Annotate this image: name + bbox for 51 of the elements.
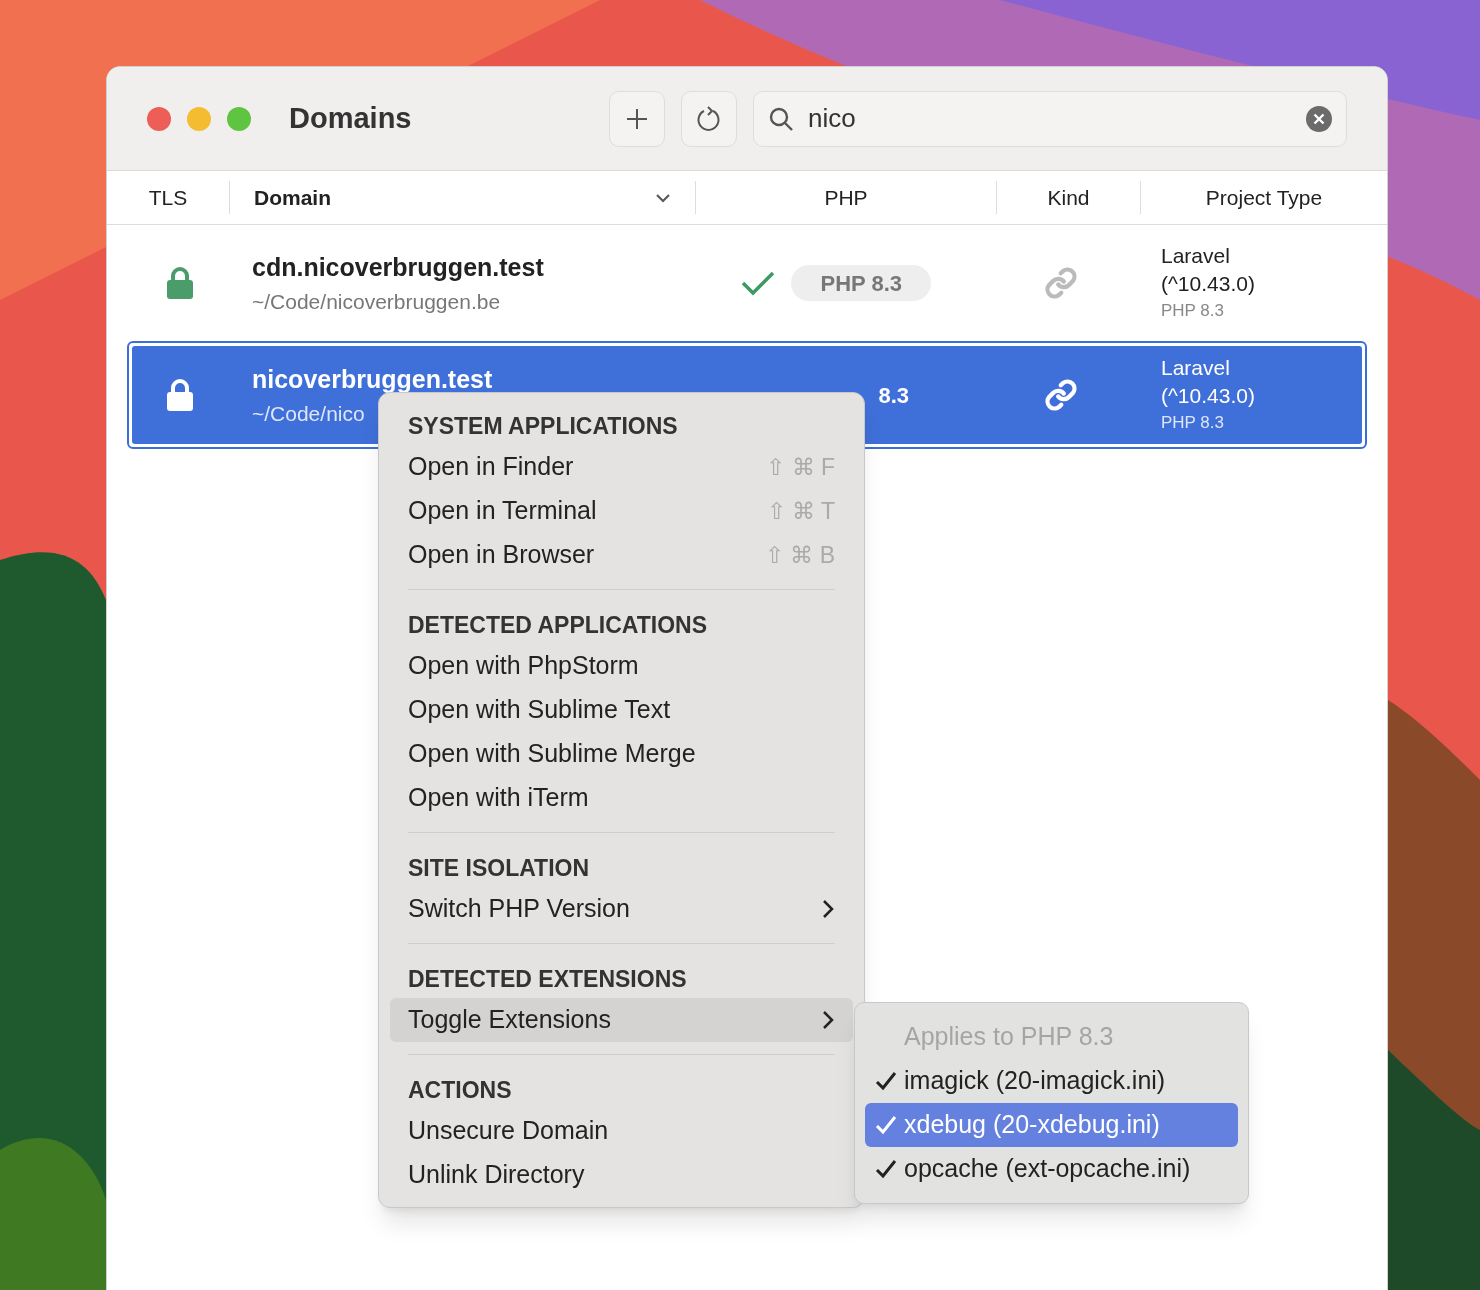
project-type: Laravel (^10.43.0) [1161, 243, 1256, 298]
window-title: Domains [289, 100, 413, 136]
domain-name: nicoverbruggen.test [252, 363, 493, 395]
sort-chevron-icon[interactable] [655, 192, 671, 203]
search-field[interactable]: nico [753, 90, 1347, 147]
project-php-version: PHP 8.3 [1161, 300, 1225, 323]
menu-item[interactable]: Unsecure Domain [390, 1109, 853, 1153]
domain-name: cdn.nicoverbruggen.test [252, 251, 544, 283]
keyboard-shortcut: ⇧ ⌘ B [764, 540, 835, 570]
php-version-label: 8.3 [878, 381, 909, 410]
menu-section-header: ACTIONS [408, 1076, 513, 1105]
clear-search-icon[interactable] [1306, 105, 1332, 132]
column-header[interactable]: Project Type [1205, 181, 1323, 214]
extension-menu-item[interactable]: opcache (ext-opcache.ini) [865, 1147, 1238, 1191]
submenu-title: Applies to PHP 8.3 [903, 1021, 1115, 1053]
menu-section-header: DETECTED APPLICATIONS [408, 611, 708, 640]
column-header[interactable]: Domain [254, 181, 331, 214]
php-version-label: PHP 8.3 [820, 269, 902, 298]
extension-menu-item[interactable]: xdebug (20-xdebug.ini) [865, 1103, 1238, 1147]
menu-item[interactable]: Open in Terminal ⇧ ⌘ T [390, 489, 853, 533]
keyboard-shortcut: ⇧ ⌘ F [766, 452, 835, 482]
menu-section-header: DETECTED EXTENSIONS [408, 965, 688, 994]
menu-item[interactable]: Toggle Extensions [390, 998, 853, 1042]
menu-section-header: SITE ISOLATION [408, 854, 591, 883]
keyboard-shortcut: ⇧ ⌘ T [766, 496, 835, 526]
menu-section-header: SYSTEM APPLICATIONS [408, 412, 679, 441]
domain-path: ~/Code/nicoverbruggen.be [252, 289, 501, 315]
close-window-button[interactable] [147, 106, 171, 131]
column-header[interactable]: TLS [148, 181, 188, 214]
extension-menu-item[interactable]: imagick (20-imagick.ini) [865, 1059, 1238, 1103]
column-header[interactable]: Kind [1047, 181, 1090, 214]
menu-item[interactable]: Switch PHP Version [390, 887, 853, 931]
menu-item[interactable]: Unlink Directory [390, 1153, 853, 1197]
search-input[interactable]: nico [808, 99, 1306, 138]
menu-item[interactable]: Open with Sublime Text [390, 688, 853, 732]
domain-path: ~/Code/nico [252, 401, 365, 427]
search-icon [768, 105, 794, 132]
menu-item[interactable]: Open with Sublime Merge [390, 732, 853, 776]
menu-item[interactable]: Open in Finder ⇧ ⌘ F [390, 445, 853, 489]
project-type: Laravel (^10.43.0) [1161, 355, 1256, 410]
menu-item[interactable]: Open with iTerm [390, 776, 853, 820]
refresh-icon [696, 104, 722, 133]
link-icon [1044, 266, 1078, 300]
refresh-button[interactable] [681, 90, 737, 147]
add-button[interactable] [609, 90, 665, 147]
project-php-version: PHP 8.3 [1161, 412, 1225, 435]
column-header[interactable]: PHP [824, 181, 868, 214]
menu-item[interactable]: Open in Browser ⇧ ⌘ B [390, 533, 853, 577]
link-icon [1044, 378, 1078, 412]
menu-item[interactable]: Open with PhpStorm [390, 644, 853, 688]
plus-icon [625, 106, 649, 131]
